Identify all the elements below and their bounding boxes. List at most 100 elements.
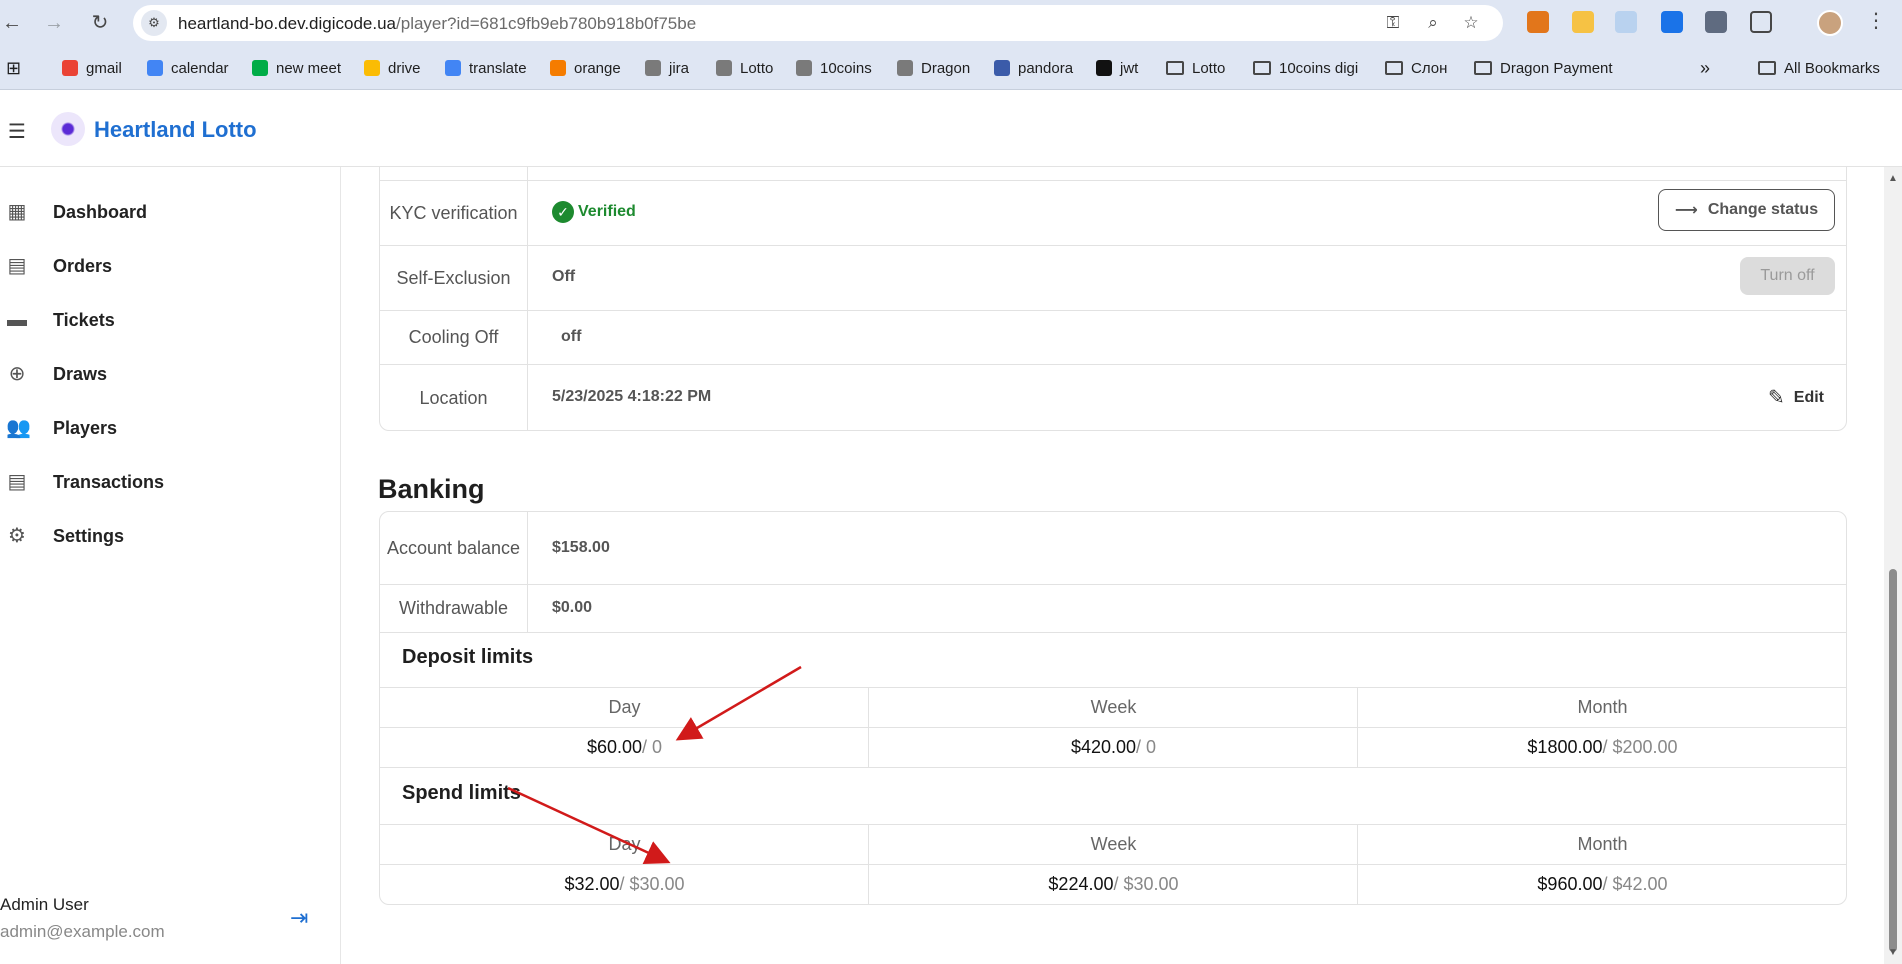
cooling-off-label: Cooling Off: [380, 311, 528, 364]
deposit-week-header: Week: [1090, 696, 1137, 717]
row-label-cut: [380, 167, 528, 180]
turn-off-button: Turn off: [1740, 257, 1835, 295]
bookmark-dragon[interactable]: Dragon: [897, 58, 970, 78]
star-icon[interactable]: ☆: [1461, 13, 1481, 33]
sidebar-item-dashboard[interactable]: ▦ Dashboard: [0, 192, 340, 232]
menu-collapse-icon[interactable]: ☰: [8, 119, 26, 144]
self-exclusion-row: Self-Exclusion Off Turn off: [380, 245, 1846, 310]
all-bookmarks-label: All Bookmarks: [1784, 59, 1880, 77]
apps-icon[interactable]: ⊞: [6, 58, 21, 78]
location-label: Location: [380, 365, 528, 430]
sidebar-item-tickets[interactable]: ▬ Tickets: [0, 300, 340, 340]
sidebar-item-orders[interactable]: ▤ Orders: [0, 246, 340, 286]
folder-label: Dragon Payment: [1500, 59, 1613, 77]
main-content: KYC verification ✓ Verified ⟶ Change statu…: [342, 167, 1882, 964]
bookmark-folder-10coins[interactable]: 10coins digi: [1253, 58, 1358, 78]
all-bookmarks[interactable]: All Bookmarks: [1758, 58, 1880, 78]
withdrawable-value: $0.00: [552, 599, 593, 616]
bookmark-10coins[interactable]: 10coins: [796, 58, 872, 78]
calendar-icon: [147, 60, 163, 76]
bookmark-translate[interactable]: translate: [445, 58, 527, 78]
bookmark-label: jira: [669, 59, 690, 77]
puzzle-icon[interactable]: [1750, 11, 1772, 33]
scroll-up-icon[interactable]: ▲: [1888, 173, 1898, 184]
scroll-down-icon[interactable]: ▼: [1888, 947, 1898, 958]
orders-icon: ▤: [7, 255, 27, 277]
change-status-button[interactable]: ⟶ Change status: [1658, 189, 1835, 231]
pencil-icon: ✎: [1768, 387, 1785, 409]
edit-location-button[interactable]: ✎ Edit: [1768, 385, 1824, 410]
scroll-thumb[interactable]: [1889, 569, 1897, 952]
account-balance-value: $158.00: [552, 539, 610, 556]
browser-toolbar: ← → ↻ ⚙ heartland-bo.dev.digicode.ua/pla…: [0, 0, 1902, 46]
bookmark-meet[interactable]: new meet: [252, 58, 341, 78]
metamask-icon[interactable]: [1527, 11, 1549, 33]
limit-current: $960.00: [1537, 873, 1603, 894]
site-info-icon[interactable]: ⚙: [141, 10, 167, 36]
logout-icon[interactable]: ⇥: [290, 905, 308, 931]
brand-logo: [51, 112, 85, 146]
key-icon[interactable]: ⚿: [1383, 13, 1403, 33]
folder-icon: [1166, 61, 1184, 75]
folder-label: Lotto: [1192, 59, 1226, 77]
bookmark-calendar[interactable]: calendar: [147, 58, 229, 78]
page-scrollbar[interactable]: ▲ ▼: [1884, 167, 1902, 964]
bookmark-folder-slon[interactable]: Слон: [1385, 58, 1447, 78]
self-exclusion-label: Self-Exclusion: [380, 246, 528, 310]
kyc-row: KYC verification ✓ Verified ⟶ Change statu…: [380, 180, 1846, 245]
ticket-icon: ▬: [7, 309, 27, 331]
site-icon: [796, 60, 812, 76]
bookmark-gmail[interactable]: gmail: [62, 58, 122, 78]
sidebar-item-transactions[interactable]: ▤ Transactions: [0, 462, 340, 502]
bookmark-label: drive: [388, 59, 421, 77]
site-icon: [645, 60, 661, 76]
limit-current: $32.00: [564, 873, 620, 894]
back-icon[interactable]: ←: [0, 11, 24, 35]
avatar[interactable]: [1817, 10, 1843, 36]
folder-icon: [1253, 61, 1271, 75]
lock-icon: [994, 60, 1010, 76]
bookmark-label: orange: [574, 59, 621, 77]
reload-icon[interactable]: ↻: [88, 11, 112, 35]
deposit-month-header: Month: [1577, 696, 1628, 717]
bookmark-pandora[interactable]: pandora: [994, 58, 1073, 78]
more-bookmarks-button[interactable]: »: [1700, 58, 1710, 78]
dashboard-icon: ▦: [7, 201, 27, 223]
sidebar-item-label: Players: [53, 417, 118, 438]
bookmark-lotto[interactable]: Lotto: [716, 58, 773, 78]
keep-icon[interactable]: [1572, 11, 1594, 33]
address-bar[interactable]: ⚙ heartland-bo.dev.digicode.ua/player?id…: [133, 5, 1503, 41]
brand-title[interactable]: Heartland Lotto: [94, 117, 257, 143]
url-text: heartland-bo.dev.digicode.ua/player?id=6…: [178, 14, 696, 34]
bookmark-jwt[interactable]: jwt: [1096, 58, 1138, 78]
sidebar-item-players[interactable]: 👥 Players: [0, 408, 340, 448]
forward-icon[interactable]: →: [42, 11, 66, 35]
extension-icon[interactable]: [1705, 11, 1727, 33]
bookmark-folder-lotto[interactable]: Lotto: [1166, 58, 1225, 78]
sidebar-item-settings[interactable]: ⚙ Settings: [0, 516, 340, 556]
deposit-day-value: $60.00 / 0: [380, 727, 869, 767]
bookmark-drive[interactable]: drive: [364, 58, 421, 78]
bookmark-jira[interactable]: jira: [645, 58, 689, 78]
account-balance-row: Account balance $158.00: [380, 512, 1846, 584]
folder-icon: [1385, 61, 1403, 75]
zoom-icon[interactable]: ⌕: [1423, 13, 1443, 33]
bookmark-label: Lotto: [740, 59, 774, 77]
sidebar-item-draws[interactable]: ⊕ Draws: [0, 354, 340, 394]
limit-current: $60.00: [586, 736, 643, 757]
cooling-off-row: Cooling Off off: [380, 310, 1846, 364]
table-row: [380, 167, 1846, 180]
extension-icon[interactable]: [1661, 11, 1683, 33]
bookmark-orange[interactable]: orange: [550, 58, 621, 78]
folder-icon: [1758, 61, 1776, 75]
deposit-month-value: $1800.00 / $200.00: [1358, 727, 1846, 767]
divider: [1357, 687, 1358, 768]
cooling-off-value: off: [561, 328, 582, 345]
deposit-limits-table: Day Week Month $60.00 / 0 $420.00 / 0 $1…: [380, 687, 1846, 768]
extension-icon[interactable]: [1615, 11, 1637, 33]
gear-icon: ⚙: [8, 525, 26, 547]
more-vert-icon[interactable]: ⋮: [1866, 8, 1886, 33]
list-icon: ▤: [7, 471, 27, 493]
bookmark-folder-dragon-payment[interactable]: Dragon Payment: [1474, 58, 1613, 78]
orange-icon: [550, 60, 566, 76]
